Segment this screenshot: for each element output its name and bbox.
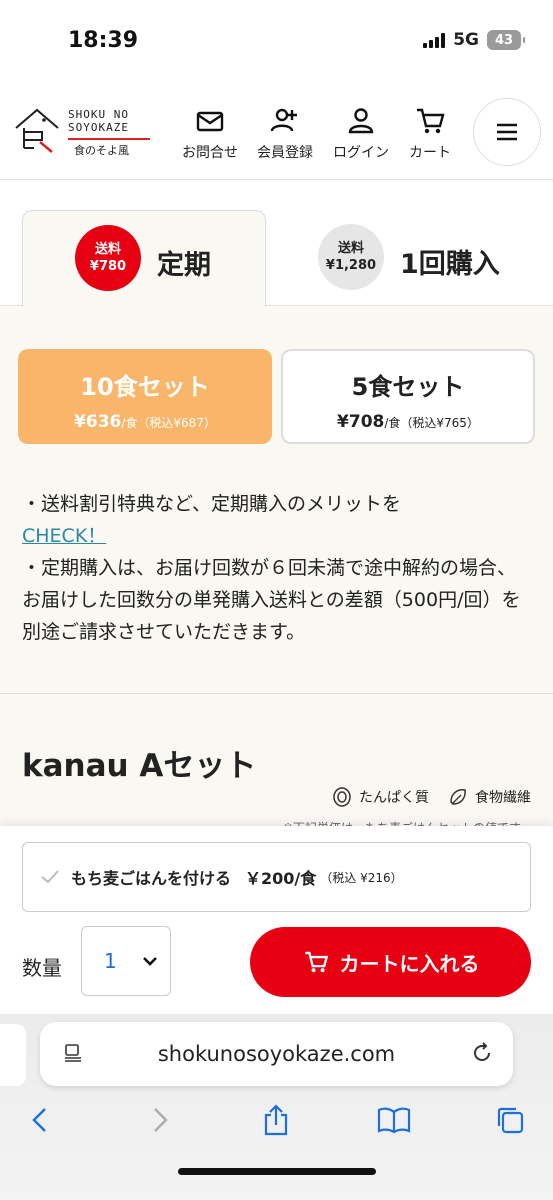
checkmark-icon	[41, 870, 59, 884]
nav-login[interactable]: ログイン	[333, 104, 389, 162]
tabs-button[interactable]	[490, 1100, 530, 1140]
site-logo[interactable]: SHOKU NO SOYOKAZE 食のそよ風	[12, 104, 152, 164]
logo-text: SHOKU NO SOYOKAZE	[68, 108, 129, 134]
book-icon	[377, 1107, 411, 1134]
address-bar[interactable]: shokunosoyokaze.com	[40, 1022, 513, 1086]
check-link[interactable]: CHECK！	[22, 520, 532, 552]
chevron-right-icon	[154, 1108, 168, 1132]
chevron-left-icon	[32, 1108, 46, 1132]
add-to-cart-label: カートに入れる	[339, 951, 480, 976]
option-tax: （税込 ¥216）	[320, 870, 403, 885]
plan-tabs: 送料 ¥780 定期 送料 ¥1,280 1回購入	[0, 180, 553, 307]
home-indicator	[178, 1168, 376, 1175]
logo-line2: SOYOKAZE	[68, 121, 129, 134]
nav-register[interactable]: 会員登録	[257, 104, 313, 162]
set-5-price: ¥708/食（税込¥765）	[283, 412, 533, 432]
nav-login-label: ログイン	[333, 145, 389, 161]
menu-button[interactable]	[473, 98, 541, 166]
status-indicators: 5G 43	[423, 30, 525, 50]
nav-contact-label: お問合せ	[182, 145, 238, 161]
cart-icon	[417, 108, 445, 134]
logo-line1: SHOKU NO	[68, 108, 129, 121]
nav-contact[interactable]: お問合せ	[182, 104, 238, 162]
add-to-cart-button[interactable]: カートに入れる	[250, 927, 531, 997]
option-price: ￥200/食	[245, 869, 317, 888]
tab-subscription-label: 定期	[157, 250, 211, 281]
share-icon	[264, 1104, 288, 1136]
section-divider	[0, 693, 553, 694]
set-10-title: 10食セット	[80, 373, 210, 401]
shipping-badge-single: 送料 ¥1,280	[318, 224, 384, 290]
quantity-label: 数量	[22, 956, 62, 980]
page-menu-icon[interactable]	[62, 1042, 84, 1064]
nav-cart-label: カート	[409, 145, 451, 161]
note-cancellation: ・定期購入は、お届け回数が６回未満で途中解約の場合、 お届けした回数分の単発購入…	[22, 557, 521, 643]
chevron-down-icon	[143, 957, 157, 966]
set-10-price-value: ¥636	[74, 412, 122, 432]
purchase-panel: もち麦ごはんを付ける ￥200/食 （税込 ¥216） 数量 1 カートに入れる	[0, 826, 553, 1014]
set-5-price-value: ¥708	[337, 412, 385, 432]
logo-jp: 食のそよ風	[74, 144, 129, 157]
set-5-title: 5食セット	[351, 373, 465, 401]
mail-icon	[196, 111, 224, 132]
legend-fiber-label: 食物繊維	[475, 790, 531, 806]
add-user-icon	[270, 108, 297, 132]
hamburger-icon	[497, 123, 517, 141]
network-type: 5G	[453, 30, 479, 50]
legend-protein: たんぱく質	[331, 786, 429, 808]
nutrient-legend: たんぱく質 食物繊維	[331, 786, 531, 808]
tab-subscription[interactable]: 送料 ¥780 定期	[22, 210, 266, 307]
browser-toolbar	[0, 1100, 553, 1150]
tab-single-purchase[interactable]: 送料 ¥1,280 1回購入	[268, 210, 553, 306]
set-5-tax: （税込¥765）	[400, 416, 479, 430]
product-title: kanau Aセット	[22, 748, 257, 784]
nav-cart[interactable]: カート	[409, 104, 451, 162]
status-bar: 18:39 5G 43	[0, 0, 553, 84]
tabs-icon	[497, 1107, 524, 1134]
nav-register-label: 会員登録	[257, 145, 313, 161]
quantity-select[interactable]: 1	[81, 926, 171, 996]
badge-price: ¥780	[89, 259, 127, 274]
set-10-unit: /食	[121, 416, 138, 430]
url-text: shokunosoyokaze.com	[157, 1042, 396, 1066]
set-5-button[interactable]: 5食セット ¥708/食（税込¥765）	[281, 349, 535, 444]
signal-icon	[423, 32, 446, 48]
tab-single-label: 1回購入	[400, 249, 500, 280]
set-10-price: ¥636/食（税込¥687）	[18, 412, 272, 432]
subscription-notes: ・送料割引特典など、定期購入のメリットを CHECK！ ・定期購入は、お届け回数…	[22, 488, 532, 648]
note-merit: ・送料割引特典など、定期購入のメリットを	[22, 493, 402, 515]
option-label: もち麦ごはんを付ける	[71, 869, 232, 888]
set-10-button[interactable]: 10食セット ¥636/食（税込¥687）	[18, 349, 272, 444]
fiber-icon	[450, 789, 466, 805]
badge-label: 送料	[337, 241, 364, 256]
status-time: 18:39	[68, 28, 139, 53]
logo-rule	[68, 138, 150, 140]
quantity-value: 1	[104, 949, 117, 973]
site-header: SHOKU NO SOYOKAZE 食のそよ風 お問合せ 会員登録 ログイン カ…	[0, 84, 553, 180]
badge-label: 送料	[94, 242, 121, 257]
previous-tab-peek[interactable]	[0, 1024, 26, 1086]
bookmarks-button[interactable]	[374, 1100, 414, 1140]
user-icon	[348, 108, 374, 134]
reload-icon[interactable]	[469, 1040, 495, 1066]
battery-icon: 43	[487, 30, 525, 50]
cart-icon	[304, 951, 328, 973]
share-button[interactable]	[256, 1100, 296, 1140]
rice-option-checkbox[interactable]: もち麦ごはんを付ける ￥200/食 （税込 ¥216）	[22, 842, 531, 912]
set-10-tax: （税込¥687）	[137, 416, 216, 430]
legend-fiber: 食物繊維	[447, 786, 531, 808]
logo-mark-icon	[15, 108, 59, 153]
shipping-badge-subscription: 送料 ¥780	[75, 225, 141, 291]
set-5-unit: /食	[384, 416, 401, 430]
protein-icon	[333, 787, 351, 807]
forward-button[interactable]	[140, 1100, 180, 1140]
legend-protein-label: たんぱく質	[359, 790, 429, 806]
back-button[interactable]	[20, 1100, 60, 1140]
badge-price: ¥1,280	[325, 258, 377, 273]
